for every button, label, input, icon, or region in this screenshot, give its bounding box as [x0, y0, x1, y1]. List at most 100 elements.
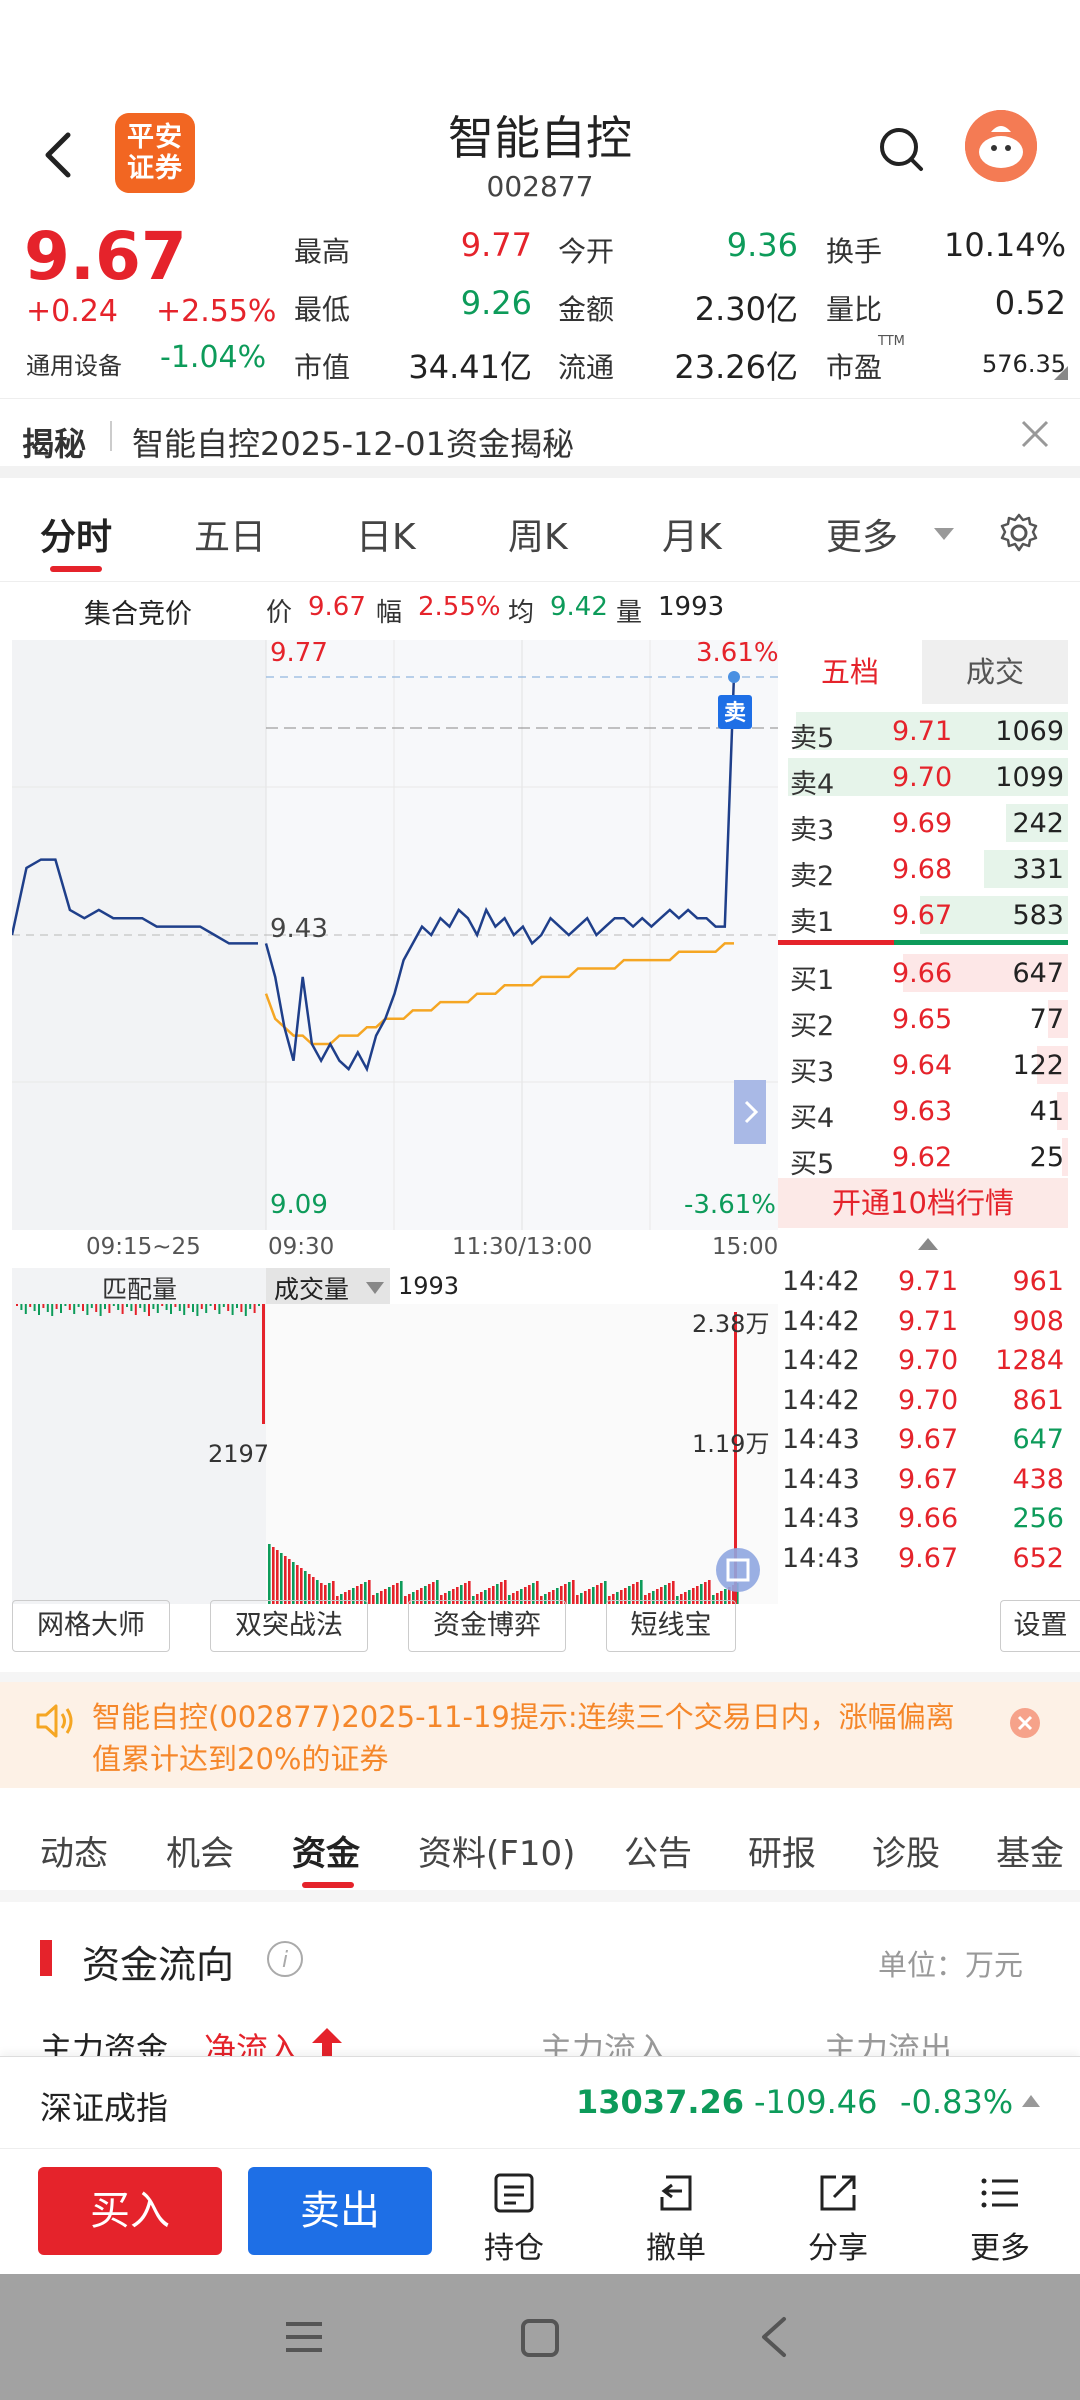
tab-f10[interactable]: 资料(F10) — [418, 1826, 575, 1875]
gear-icon[interactable] — [998, 512, 1040, 554]
auction-volume-bar — [187, 1304, 190, 1308]
reveal-banner[interactable]: 揭秘 智能自控2025-12-01资金揭秘 — [0, 398, 1080, 478]
tab-five-level[interactable]: 五档 — [778, 640, 922, 704]
close-icon[interactable] — [1020, 419, 1050, 449]
volume-bar — [592, 1587, 595, 1604]
info-amp-label: 幅 — [376, 598, 403, 628]
tick-row: 14:43 9.67 647 — [778, 1420, 1068, 1460]
tick-price: 9.71 — [898, 1266, 959, 1297]
bid-level[interactable]: 买2 9.65 77 — [778, 996, 1068, 1042]
level-label: 买2 — [790, 1011, 835, 1042]
industry-label[interactable]: 通用设备 — [26, 346, 122, 381]
auction-volume-bar — [20, 1304, 23, 1310]
tab-research[interactable]: 研报 — [748, 1826, 816, 1875]
tab-more[interactable]: 更多 — [826, 508, 898, 560]
tab-fund[interactable]: 基金 — [996, 1826, 1064, 1875]
auction-volume-bar — [55, 1304, 58, 1309]
tab-announcement[interactable]: 公告 — [624, 1826, 692, 1875]
tick-list[interactable]: 14:42 9.71 961 14:42 9.71 908 14:42 9.70… — [778, 1262, 1068, 1578]
level-volume: 331 — [1012, 854, 1064, 885]
bottom-toolbar: 买入 卖出 持仓 撤单 分享 更多 — [0, 2148, 1080, 2274]
ask-level[interactable]: 卖4 9.70 1099 — [778, 754, 1068, 800]
auction-volume-bar — [16, 1304, 18, 1306]
recent-apps-icon[interactable] — [284, 2320, 324, 2354]
home-icon[interactable] — [520, 2318, 560, 2358]
chart-area: 集合竞价 价 9.67 幅 2.55% 均 9.42 量 1993 卖 9.77… — [0, 582, 1080, 1632]
chevron-up-icon[interactable] — [918, 1238, 938, 1250]
tick-volume: 861 — [1012, 1384, 1064, 1416]
level-volume: 583 — [1012, 900, 1064, 931]
short-line-button[interactable]: 短线宝 — [606, 1600, 736, 1652]
info-price: 9.67 — [308, 592, 366, 622]
level-price: 9.62 — [892, 1142, 953, 1173]
level-price: 9.64 — [892, 1050, 953, 1081]
intraday-price-chart[interactable]: 卖 — [12, 640, 778, 1230]
expand-handle[interactable] — [734, 1080, 766, 1144]
level-price: 9.70 — [892, 762, 953, 793]
amount-label: 金额 — [558, 293, 615, 326]
tab-diagnosis[interactable]: 诊股 — [872, 1826, 940, 1875]
auction-volume-bar — [60, 1304, 62, 1313]
ask-level[interactable]: 卖3 9.69 242 — [778, 800, 1068, 846]
tab-trades[interactable]: 成交 — [922, 640, 1068, 704]
fund-game-button[interactable]: 资金博弈 — [408, 1600, 566, 1652]
tab-opportunity[interactable]: 机会 — [166, 1826, 234, 1875]
tab-news[interactable]: 动态 — [40, 1826, 108, 1875]
ask-level[interactable]: 卖5 9.71 1069 — [778, 708, 1068, 754]
reveal-text: 智能自控2025-12-01资金揭秘 — [132, 425, 574, 463]
bid-level[interactable]: 买4 9.63 41 — [778, 1088, 1068, 1134]
info-icon[interactable]: i — [266, 1940, 304, 1978]
more-button[interactable]: 更多 — [950, 2171, 1050, 2267]
tick-price: 9.67 — [898, 1542, 959, 1574]
cancel-order-button[interactable]: 撤单 — [626, 2171, 726, 2267]
index-bar[interactable]: 深证成指 13037.26 -109.46 -0.83% — [0, 2056, 1080, 2148]
tick-price: 9.71 — [898, 1305, 959, 1337]
match-label: 匹配量 — [102, 1275, 178, 1304]
index-name: 深证成指 — [40, 2089, 169, 2127]
notice-banner[interactable]: 智能自控(002877)2025-11-19提示:连续三个交易日内，涨幅偏离值累… — [0, 1672, 1080, 1788]
search-icon[interactable] — [878, 126, 924, 172]
tick-time: 14:42 — [782, 1345, 860, 1376]
buy-button[interactable]: 买入 — [38, 2167, 222, 2255]
auction-volume-bar — [170, 1304, 172, 1314]
volume-label: 成交量 — [274, 1275, 350, 1304]
bid-level[interactable]: 买1 9.66 647 — [778, 950, 1068, 996]
volume-bar — [400, 1581, 403, 1604]
tab-five-day[interactable]: 五日 — [194, 508, 266, 560]
holdings-button[interactable]: 持仓 — [464, 2171, 564, 2267]
volume-bar — [404, 1596, 407, 1604]
settings-button[interactable]: 设置 — [1000, 1600, 1080, 1652]
more-label: 更多 — [970, 2231, 1030, 2266]
volume-max-label: 2.38万 — [692, 1310, 770, 1338]
grid-master-button[interactable]: 网格大师 — [12, 1600, 170, 1652]
mcap-value: 34.41亿 — [408, 348, 532, 386]
share-button[interactable]: 分享 — [788, 2171, 888, 2267]
tab-weekly-k[interactable]: 周K — [508, 508, 568, 560]
tab-funds[interactable]: 资金 — [292, 1826, 360, 1875]
tab-intraday[interactable]: 分时 — [40, 508, 112, 560]
tick-volume: 256 — [1012, 1503, 1064, 1534]
avatar[interactable] — [965, 110, 1037, 182]
auction-volume-bar — [121, 1304, 124, 1314]
quote-panel: 9.67 +0.24 +2.55% 通用设备 -1.04% 最高 9.77 今开… — [0, 216, 1080, 392]
double-breakout-button[interactable]: 双突战法 — [210, 1600, 368, 1652]
divider — [110, 421, 112, 451]
back-nav-icon[interactable] — [758, 2316, 788, 2358]
ask-level[interactable]: 卖2 9.68 331 — [778, 846, 1068, 892]
level-volume: 242 — [1012, 808, 1064, 839]
level-volume: 41 — [1029, 1096, 1064, 1127]
fullscreen-button[interactable] — [716, 1548, 760, 1592]
bid-level[interactable]: 买3 9.64 122 — [778, 1042, 1068, 1088]
tab-daily-k[interactable]: 日K — [356, 508, 416, 560]
ask-level[interactable]: 卖1 9.67 583 — [778, 892, 1068, 938]
close-icon[interactable] — [1010, 1708, 1040, 1738]
tab-monthly-k[interactable]: 月K — [662, 508, 722, 560]
bid-level[interactable]: 买5 9.62 25 — [778, 1134, 1068, 1180]
price-change: +0.24 — [26, 294, 118, 329]
tick-volume: 961 — [1012, 1266, 1064, 1297]
volume-chart[interactable] — [12, 1304, 778, 1604]
open-10-level-button[interactable]: 开通10档行情 — [778, 1178, 1068, 1228]
auction-volume-bar — [139, 1304, 142, 1308]
sell-button[interactable]: 卖出 — [248, 2167, 432, 2255]
section-title: 资金流向 — [82, 1943, 235, 1987]
